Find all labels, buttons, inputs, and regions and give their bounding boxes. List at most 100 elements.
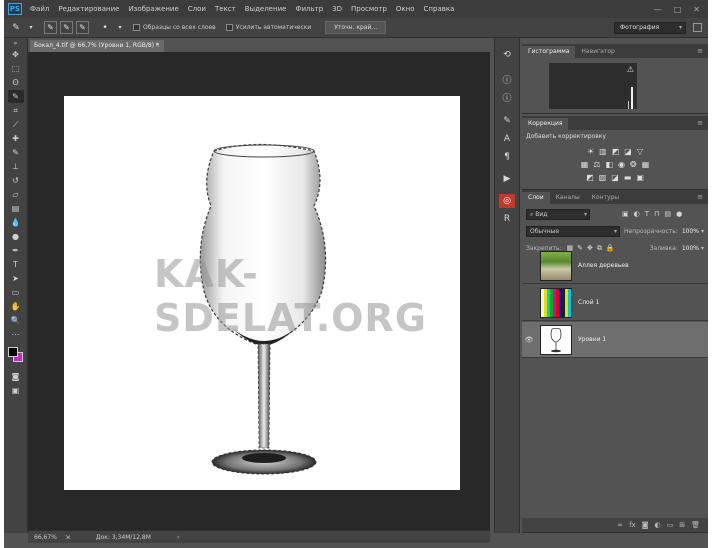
history-brush-icon[interactable]: ↺: [8, 174, 24, 187]
zoom-level[interactable]: 66,67%: [34, 534, 57, 541]
link-layers-icon[interactable]: ∞: [617, 521, 623, 529]
menu-window[interactable]: Окно: [396, 5, 415, 13]
maximize-button[interactable]: □: [674, 5, 682, 14]
channel-mixer-icon[interactable]: ❂: [630, 160, 637, 169]
brush-panel-icon[interactable]: ✎: [499, 114, 515, 128]
properties-panel-icon[interactable]: ⓘ: [499, 90, 515, 104]
posterize-icon[interactable]: ▧: [599, 173, 607, 182]
selective-color-icon[interactable]: ▣: [636, 173, 644, 182]
pen-tool-icon[interactable]: ✒: [8, 244, 24, 257]
subtract-from-selection-icon[interactable]: ✎: [76, 21, 89, 34]
filter-shape-icon[interactable]: ⊓: [654, 210, 659, 218]
new-adjustment-layer-icon[interactable]: ◐: [655, 521, 661, 529]
tab-histogram[interactable]: Гистограмма: [522, 46, 576, 58]
adjustments-menu-icon[interactable]: ≡: [697, 119, 703, 127]
paragraph-panel-icon[interactable]: ¶: [499, 150, 515, 164]
screen-mode-icon[interactable]: ▣: [8, 384, 24, 397]
opacity-value[interactable]: 100%: [682, 228, 699, 235]
history-panel-icon[interactable]: ⟲: [499, 48, 515, 62]
close-button[interactable]: ✕: [693, 5, 700, 14]
quick-mask-icon[interactable]: ◙: [8, 370, 24, 383]
layer-name-alley[interactable]: Аллея деревьев: [578, 262, 629, 269]
color-swatches[interactable]: [4, 345, 27, 369]
brush-size-icon[interactable]: •: [99, 22, 111, 34]
menu-image[interactable]: Изображение: [128, 5, 178, 13]
tab-channels[interactable]: Каналы: [550, 192, 586, 204]
foreground-color-swatch[interactable]: [8, 347, 18, 357]
close-document-icon[interactable]: ×: [155, 40, 160, 52]
delete-layer-icon[interactable]: 🗑: [691, 521, 700, 529]
menu-layers[interactable]: Слои: [188, 5, 206, 13]
auto-enhance-checkbox[interactable]: [225, 24, 233, 31]
status-arrow-icon[interactable]: ›: [177, 534, 179, 541]
filter-pixel-icon[interactable]: ▣: [622, 210, 629, 218]
menu-select[interactable]: Выделение: [245, 5, 287, 13]
new-selection-icon[interactable]: ✎: [44, 21, 57, 34]
new-layer-icon[interactable]: ⊞: [679, 521, 685, 529]
menu-view[interactable]: Просмотр: [351, 5, 387, 13]
layer-row-alley[interactable]: Аллея деревьев: [522, 248, 708, 284]
tab-navigator[interactable]: Навигатор: [575, 46, 620, 58]
timeline-panel-icon[interactable]: R: [499, 212, 515, 226]
character-panel-icon[interactable]: A: [499, 132, 515, 146]
menu-file[interactable]: Файл: [30, 5, 49, 13]
brush-size-dropdown-icon[interactable]: ▾: [117, 22, 123, 34]
photo-filter-icon[interactable]: ◉: [618, 160, 625, 169]
gradient-tool-icon[interactable]: ▤: [8, 202, 24, 215]
layer-name-levels[interactable]: Уровни 1: [578, 336, 606, 343]
tab-paths[interactable]: Контуры: [586, 192, 625, 204]
curves-adjustment-icon[interactable]: ◩: [612, 147, 620, 156]
document-tab[interactable]: Бокал_4.tif @ 66,7% (Уровни 1, RGB/8) * …: [30, 40, 164, 52]
minimize-button[interactable]: —: [654, 5, 662, 14]
opacity-dropdown-icon[interactable]: ▾: [701, 228, 704, 235]
tab-layers[interactable]: Слои: [522, 192, 550, 204]
type-tool-icon[interactable]: T: [8, 258, 24, 271]
levels-adjustment-icon[interactable]: ▥: [599, 147, 607, 156]
lasso-tool-icon[interactable]: ʘ: [8, 76, 24, 89]
eye-icon[interactable]: 👁: [522, 336, 536, 344]
path-selection-icon[interactable]: ➤: [8, 272, 24, 285]
info-panel-icon[interactable]: ⓘ: [499, 72, 515, 86]
dodge-tool-icon[interactable]: ●: [8, 230, 24, 243]
menu-filter[interactable]: Фильтр: [295, 5, 323, 13]
document-canvas-area[interactable]: KAK-SDELAT.ORG: [28, 52, 490, 530]
blur-tool-icon[interactable]: 💧: [8, 216, 24, 229]
menu-3d[interactable]: 3D: [332, 5, 342, 13]
filter-toggle-icon[interactable]: ●: [676, 210, 682, 218]
filter-type-icon[interactable]: T: [645, 210, 649, 218]
shape-tool-icon[interactable]: ▭: [8, 286, 24, 299]
vibrance-adjustment-icon[interactable]: ▽: [637, 147, 643, 156]
sample-all-layers-checkbox[interactable]: [133, 24, 140, 31]
brightness-adjustment-icon[interactable]: ☀: [587, 147, 594, 156]
quick-selection-preset-icon[interactable]: ✎: [10, 22, 22, 34]
color-lookup-icon[interactable]: ▦: [642, 160, 650, 169]
exposure-adjustment-icon[interactable]: ◪: [624, 147, 632, 156]
more-tools-icon[interactable]: ⋯: [8, 328, 24, 341]
workspace-select[interactable]: Фотография: [614, 22, 686, 34]
zoom-tool-icon[interactable]: 🔍: [8, 314, 24, 327]
layer-row-levels[interactable]: 👁 Уровни 1: [522, 322, 708, 358]
3d-panel-icon[interactable]: ◎: [499, 194, 515, 208]
blend-mode-select[interactable]: Обычные: [526, 225, 621, 237]
marquee-tool-icon[interactable]: ⬚: [8, 62, 24, 75]
tab-adjustments[interactable]: Коррекция: [522, 118, 569, 130]
crop-tool-icon[interactable]: ⌗: [8, 104, 24, 117]
refine-edge-button[interactable]: Уточн. край...: [325, 21, 387, 34]
new-group-icon[interactable]: ▭: [667, 521, 674, 529]
add-mask-icon[interactable]: ◙: [642, 521, 649, 529]
menu-help[interactable]: Справка: [424, 5, 455, 13]
menu-edit[interactable]: Редактирование: [58, 5, 119, 13]
black-white-icon[interactable]: ◧: [605, 160, 613, 169]
eraser-tool-icon[interactable]: ▱: [8, 188, 24, 201]
healing-brush-icon[interactable]: ✚: [8, 132, 24, 145]
menu-type[interactable]: Текст: [215, 5, 236, 13]
histogram-menu-icon[interactable]: ≡: [697, 47, 703, 55]
eyedropper-tool-icon[interactable]: ⟋: [8, 118, 24, 131]
layer-style-icon[interactable]: fx: [629, 521, 636, 529]
color-balance-icon[interactable]: ⚖: [593, 160, 600, 169]
filter-adjustment-icon[interactable]: ◐: [634, 210, 640, 218]
hand-tool-icon[interactable]: ✋: [8, 300, 24, 313]
collapse-toolbar-icon[interactable]: »: [8, 39, 24, 47]
hue-saturation-icon[interactable]: ▦: [581, 160, 589, 169]
workspace-menu-icon[interactable]: [693, 23, 702, 32]
